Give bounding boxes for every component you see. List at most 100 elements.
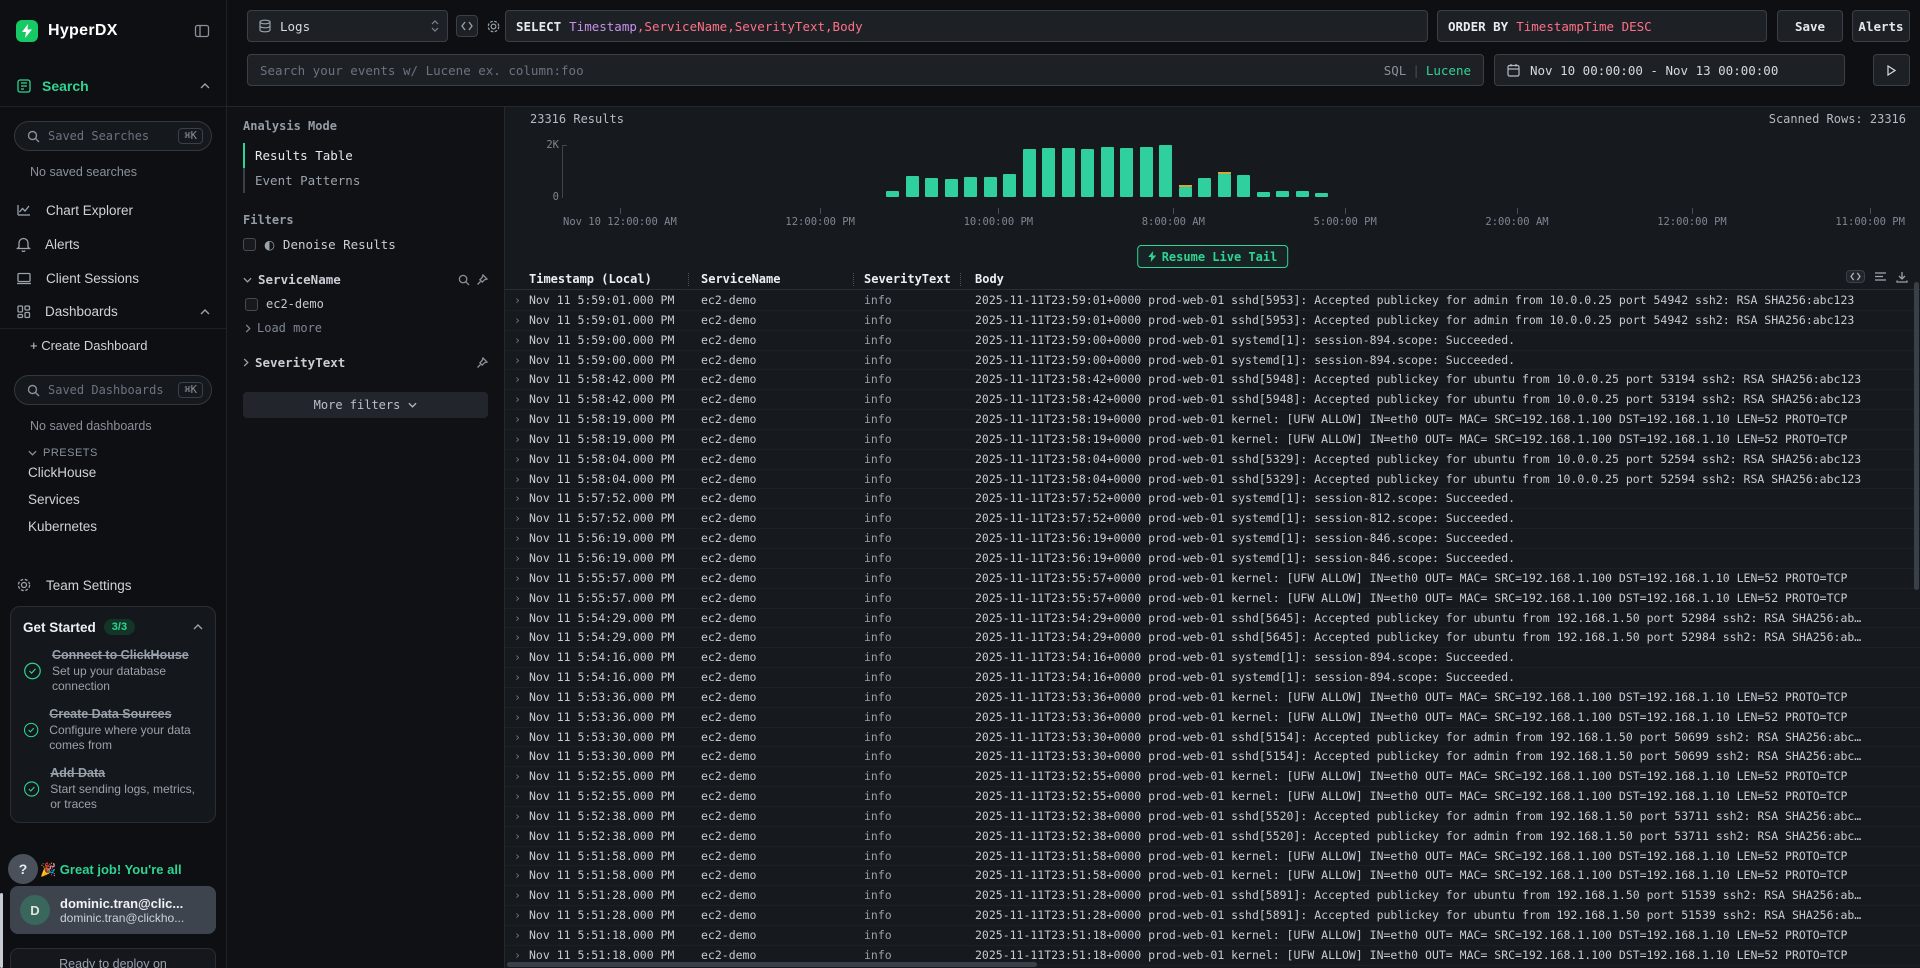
chart-bar[interactable] <box>1120 148 1133 197</box>
pin-icon[interactable] <box>476 274 488 286</box>
row-expand-chevron-icon[interactable]: › <box>514 489 521 509</box>
mode-results-table[interactable]: Results Table <box>243 143 488 168</box>
chart-bar[interactable] <box>1023 149 1036 197</box>
sidebar-scrollbar[interactable] <box>0 893 3 968</box>
settings-button[interactable] <box>482 15 504 37</box>
chart-bar[interactable] <box>1081 149 1094 197</box>
ec2-demo-checkbox[interactable] <box>245 298 258 311</box>
saved-searches-input[interactable]: Saved Searches ⌘K <box>14 121 212 151</box>
columns-code-button[interactable] <box>1846 270 1865 283</box>
table-row[interactable]: › Nov 11 5:59:01.000 PM ec2-demo info 20… <box>505 311 1920 331</box>
table-row[interactable]: › Nov 11 5:53:36.000 PM ec2-demo info 20… <box>505 688 1920 708</box>
row-expand-chevron-icon[interactable]: › <box>514 390 521 410</box>
column-resize-handle[interactable] <box>688 273 689 286</box>
table-row[interactable]: › Nov 11 5:51:58.000 PM ec2-demo info 20… <box>505 847 1920 867</box>
row-expand-chevron-icon[interactable]: › <box>514 589 521 609</box>
table-row[interactable]: › Nov 11 5:55:57.000 PM ec2-demo info 20… <box>505 589 1920 609</box>
chart-bar[interactable] <box>1296 191 1309 197</box>
table-row[interactable]: › Nov 11 5:53:36.000 PM ec2-demo info 20… <box>505 708 1920 728</box>
chart-bar[interactable] <box>945 179 958 197</box>
get-started-item[interactable]: Connect to ClickHouse Set up your databa… <box>23 648 203 694</box>
chart-bar[interactable] <box>1198 178 1211 197</box>
chart-bar[interactable] <box>1237 175 1250 197</box>
event-search-input[interactable]: Search your events w/ Lucene ex. column:… <box>247 54 1484 86</box>
chart-bar[interactable] <box>984 177 997 197</box>
preset-clickhouse[interactable]: ClickHouse <box>0 459 226 486</box>
sidebar-item-dashboards[interactable]: Dashboards <box>0 295 226 329</box>
row-expand-chevron-icon[interactable]: › <box>514 886 521 906</box>
table-row[interactable]: › Nov 11 5:52:55.000 PM ec2-demo info 20… <box>505 767 1920 787</box>
chart-bar[interactable] <box>1315 193 1328 197</box>
table-row[interactable]: › Nov 11 5:58:42.000 PM ec2-demo info 20… <box>505 370 1920 390</box>
column-resize-handle[interactable] <box>853 273 854 286</box>
row-expand-chevron-icon[interactable]: › <box>514 549 521 569</box>
table-row[interactable]: › Nov 11 5:57:52.000 PM ec2-demo info 20… <box>505 509 1920 529</box>
table-row[interactable]: › Nov 11 5:53:30.000 PM ec2-demo info 20… <box>505 747 1920 767</box>
sidebar-item-alerts[interactable]: Alerts <box>0 227 226 261</box>
chart-bar[interactable] <box>1179 187 1192 197</box>
row-expand-chevron-icon[interactable]: › <box>514 708 521 728</box>
resume-live-tail-button[interactable]: Resume Live Tail <box>1137 245 1289 268</box>
sidebar-item-chart-explorer[interactable]: Chart Explorer <box>0 193 226 227</box>
sidebar-section-search[interactable]: Search <box>0 66 226 107</box>
filter-option-ec2-demo[interactable]: ec2-demo <box>245 297 488 311</box>
chart-bar[interactable] <box>1218 174 1231 197</box>
row-expand-chevron-icon[interactable]: › <box>514 450 521 470</box>
pin-icon[interactable] <box>476 357 488 369</box>
row-expand-chevron-icon[interactable]: › <box>514 628 521 648</box>
table-row[interactable]: › Nov 11 5:51:28.000 PM ec2-demo info 20… <box>505 906 1920 926</box>
filter-search-icon[interactable] <box>458 274 470 286</box>
filter-group-servicename[interactable]: ServiceName <box>243 272 488 287</box>
lang-lucene[interactable]: Lucene <box>1426 63 1471 78</box>
table-row[interactable]: › Nov 11 5:54:16.000 PM ec2-demo info 20… <box>505 648 1920 668</box>
chart-bar[interactable] <box>1276 191 1289 197</box>
row-expand-chevron-icon[interactable]: › <box>514 906 521 926</box>
row-expand-chevron-icon[interactable]: › <box>514 331 521 351</box>
table-row[interactable]: › Nov 11 5:59:01.000 PM ec2-demo info 20… <box>505 291 1920 311</box>
table-row[interactable]: › Nov 11 5:56:19.000 PM ec2-demo info 20… <box>505 549 1920 569</box>
download-button[interactable] <box>1896 271 1908 283</box>
lang-sql[interactable]: SQL <box>1384 63 1407 78</box>
get-started-item[interactable]: Add Data Start sending logs, metrics, or… <box>23 766 203 812</box>
table-row[interactable]: › Nov 11 5:58:04.000 PM ec2-demo info 20… <box>505 470 1920 490</box>
preset-kubernetes[interactable]: Kubernetes <box>0 513 226 540</box>
row-expand-chevron-icon[interactable]: › <box>514 866 521 886</box>
row-expand-chevron-icon[interactable]: › <box>514 529 521 549</box>
chart-bar[interactable] <box>1042 148 1055 197</box>
horizontal-scrollbar[interactable] <box>507 962 1037 967</box>
table-row[interactable]: › Nov 11 5:59:00.000 PM ec2-demo info 20… <box>505 331 1920 351</box>
chart-bar[interactable] <box>925 178 938 197</box>
col-timestamp[interactable]: Timestamp (Local) <box>529 272 652 286</box>
chart-bar[interactable] <box>1003 174 1016 197</box>
row-expand-chevron-icon[interactable]: › <box>514 787 521 807</box>
more-filters-button[interactable]: More filters <box>243 392 488 418</box>
chart-bar[interactable] <box>1159 145 1172 197</box>
chart-bar[interactable] <box>1101 147 1114 197</box>
row-expand-chevron-icon[interactable]: › <box>514 569 521 589</box>
col-servicename[interactable]: ServiceName <box>701 272 780 286</box>
chart-bar[interactable] <box>964 177 977 197</box>
select-clause-input[interactable]: SELECT Timestamp ,ServiceName,SeverityTe… <box>505 10 1428 42</box>
row-expand-chevron-icon[interactable]: › <box>514 609 521 629</box>
row-expand-chevron-icon[interactable]: › <box>514 747 521 767</box>
table-row[interactable]: › Nov 11 5:52:38.000 PM ec2-demo info 20… <box>505 807 1920 827</box>
filter-group-severitytext[interactable]: SeverityText <box>243 355 488 370</box>
column-resize-handle[interactable] <box>960 273 961 286</box>
row-expand-chevron-icon[interactable]: › <box>514 470 521 490</box>
presets-header[interactable]: PRESETS <box>28 447 226 459</box>
table-row[interactable]: › Nov 11 5:52:55.000 PM ec2-demo info 20… <box>505 787 1920 807</box>
sidebar-item-team-settings[interactable]: Team Settings <box>0 568 226 602</box>
row-expand-chevron-icon[interactable]: › <box>514 926 521 946</box>
help-button[interactable]: ? <box>8 854 38 884</box>
user-menu[interactable]: D dominic.tran@clic... dominic.tran@clic… <box>10 886 216 934</box>
chart-bar[interactable] <box>906 176 919 197</box>
row-expand-chevron-icon[interactable]: › <box>514 827 521 847</box>
denoise-checkbox[interactable] <box>243 238 256 251</box>
save-button[interactable]: Save <box>1777 10 1843 42</box>
code-toggle-button[interactable] <box>456 15 478 37</box>
row-expand-chevron-icon[interactable]: › <box>514 807 521 827</box>
row-expand-chevron-icon[interactable]: › <box>514 688 521 708</box>
row-expand-chevron-icon[interactable]: › <box>514 370 521 390</box>
preset-services[interactable]: Services <box>0 486 226 513</box>
row-expand-chevron-icon[interactable]: › <box>514 291 521 311</box>
